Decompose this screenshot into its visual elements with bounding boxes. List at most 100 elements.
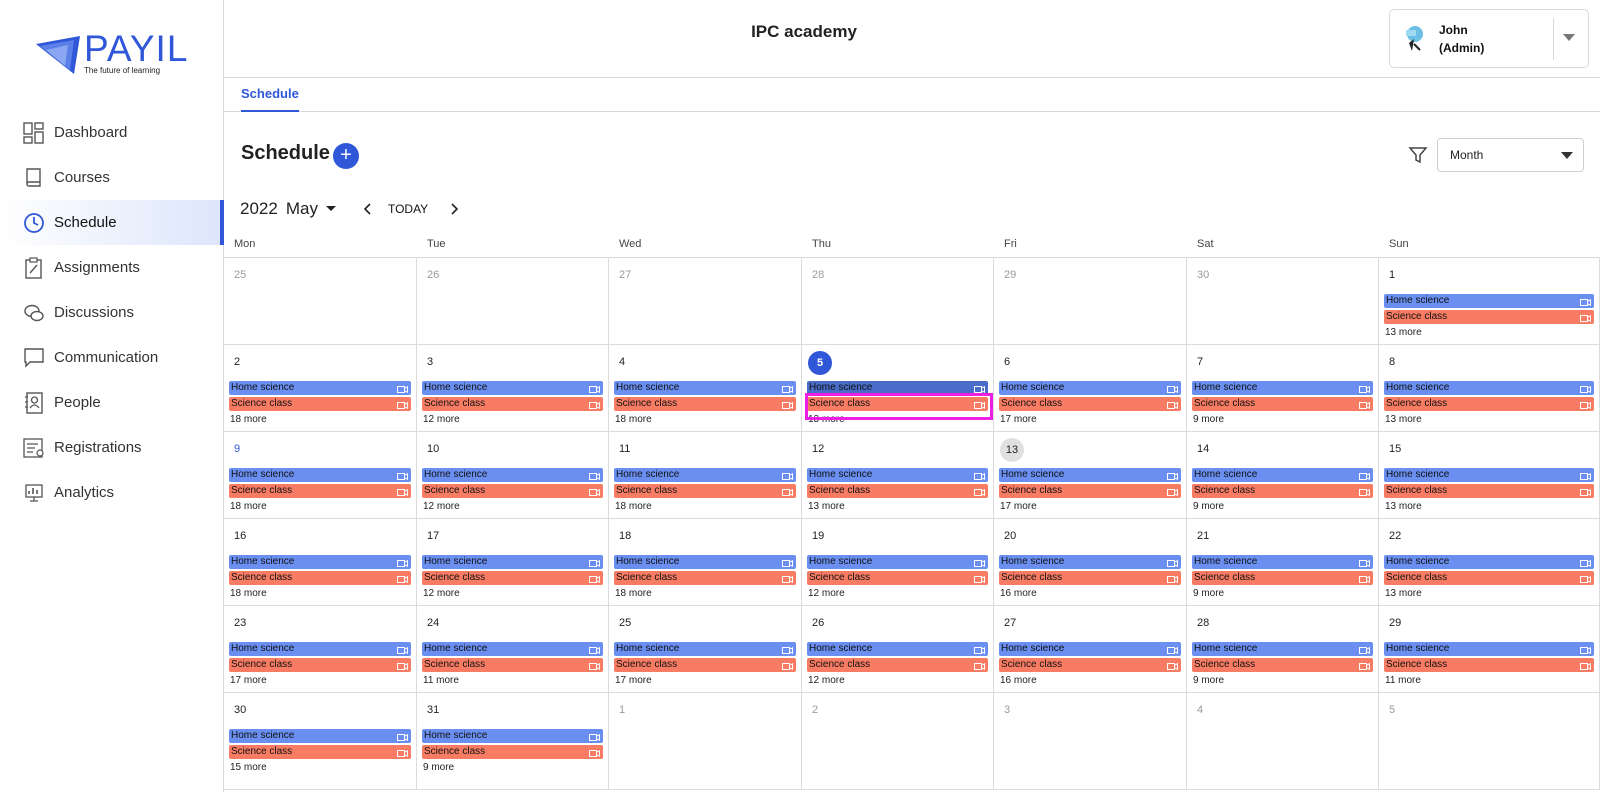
next-month-icon[interactable] [444,202,464,216]
day-number[interactable]: 8 [1389,355,1413,379]
view-select[interactable]: Month [1437,138,1584,172]
day-number[interactable]: 3 [1004,703,1028,727]
event-science-class[interactable]: Science class [614,658,796,672]
event-science-class[interactable]: Science class [1384,397,1594,411]
day-number[interactable]: 2 [812,703,836,727]
event-home-science[interactable]: Home science [614,642,796,656]
more-events-link[interactable]: 13 more [1385,588,1422,599]
event-home-science[interactable]: Home science [229,729,411,743]
calendar-day-cell[interactable]: 26 [417,258,609,345]
day-number[interactable]: 31 [427,703,451,727]
today-button[interactable]: TODAY [388,202,428,216]
more-events-link[interactable]: 12 more [423,414,460,425]
day-number[interactable]: 5 [1389,703,1413,727]
more-events-link[interactable]: 16 more [1000,588,1037,599]
event-home-science[interactable]: Home science [807,468,988,482]
calendar-day-cell[interactable]: 6 Home science Science class 17 more [994,345,1187,432]
more-events-link[interactable]: 18 more [615,588,652,599]
day-number[interactable]: 17 [427,529,451,553]
day-number[interactable]: 1 [1389,268,1413,292]
more-events-link[interactable]: 12 more [423,501,460,512]
calendar-day-cell[interactable]: 1 Home science Science class 13 more [1379,258,1600,345]
event-home-science[interactable]: Home science [422,729,603,743]
event-home-science[interactable]: Home science [422,381,603,395]
event-home-science[interactable]: Home science [807,381,988,395]
event-home-science[interactable]: Home science [229,381,411,395]
event-science-class[interactable]: Science class [807,397,988,411]
sidebar-item-schedule[interactable]: Schedule [0,200,224,245]
event-science-class[interactable]: Science class [422,745,603,759]
calendar-day-cell[interactable]: 16 Home science Science class 18 more [224,519,417,606]
day-number[interactable]: 24 [427,616,451,640]
more-events-link[interactable]: 12 more [808,675,845,686]
calendar-day-cell[interactable]: 4 Home science Science class 18 more [609,345,802,432]
day-number[interactable]: 26 [427,268,451,292]
calendar-day-cell[interactable]: 31 Home science Science class 9 more [417,693,609,790]
more-events-link[interactable]: 16 more [1000,675,1037,686]
event-home-science[interactable]: Home science [999,468,1181,482]
chevron-down-icon[interactable] [325,206,336,212]
event-science-class[interactable]: Science class [1384,310,1594,324]
event-science-class[interactable]: Science class [1192,571,1373,585]
event-science-class[interactable]: Science class [1384,484,1594,498]
event-home-science[interactable]: Home science [1384,642,1594,656]
calendar-day-cell[interactable]: 21 Home science Science class 9 more [1187,519,1379,606]
day-number[interactable]: 19 [812,529,836,553]
event-science-class[interactable]: Science class [999,658,1181,672]
calendar-day-cell[interactable]: 30 [1187,258,1379,345]
add-schedule-button[interactable]: + [333,143,359,169]
event-science-class[interactable]: Science class [422,397,603,411]
chevron-down-icon[interactable] [1563,34,1575,42]
payil-logo[interactable]: PAYIL The future of learning [34,28,194,80]
day-number[interactable]: 12 [812,442,836,466]
day-number[interactable]: 27 [619,268,643,292]
more-events-link[interactable]: 17 more [1000,501,1037,512]
event-science-class[interactable]: Science class [1384,658,1594,672]
event-home-science[interactable]: Home science [422,642,603,656]
sidebar-item-communication[interactable]: Communication [0,335,224,380]
user-menu[interactable]: John (Admin) [1389,9,1589,68]
calendar-day-cell[interactable]: 18 Home science Science class 18 more [609,519,802,606]
event-home-science[interactable]: Home science [229,555,411,569]
calendar-day-cell[interactable]: 23 Home science Science class 17 more [224,606,417,693]
calendar-day-cell[interactable]: 28 Home science Science class 9 more [1187,606,1379,693]
calendar-day-cell[interactable]: 10 Home science Science class 12 more [417,432,609,519]
event-home-science[interactable]: Home science [999,381,1181,395]
calendar-day-cell[interactable]: 25 Home science Science class 17 more [609,606,802,693]
event-science-class[interactable]: Science class [229,658,411,672]
day-number[interactable]: 25 [619,616,643,640]
more-events-link[interactable]: 9 more [1193,414,1224,425]
day-number[interactable]: 28 [812,268,836,292]
sidebar-item-dashboard[interactable]: Dashboard [0,110,224,155]
more-events-link[interactable]: 13 more [1385,327,1422,338]
sidebar-item-courses[interactable]: Courses [0,155,224,200]
more-events-link[interactable]: 13 more [1385,414,1422,425]
more-events-link[interactable]: 11 more [1385,675,1421,686]
calendar-day-cell[interactable]: 29 Home science Science class 11 more [1379,606,1600,693]
calendar-day-cell[interactable]: 22 Home science Science class 13 more [1379,519,1600,606]
event-home-science[interactable]: Home science [1192,468,1373,482]
event-science-class[interactable]: Science class [229,571,411,585]
more-events-link[interactable]: 12 more [808,588,845,599]
more-events-link[interactable]: 13 more [808,414,845,425]
more-events-link[interactable]: 18 more [230,414,267,425]
day-number[interactable]: 9 [234,442,258,466]
calendar-day-cell[interactable]: 4 [1187,693,1379,790]
calendar-day-cell[interactable]: 20 Home science Science class 16 more [994,519,1187,606]
event-science-class[interactable]: Science class [999,571,1181,585]
event-home-science[interactable]: Home science [1192,381,1373,395]
event-home-science[interactable]: Home science [999,642,1181,656]
event-home-science[interactable]: Home science [229,468,411,482]
more-events-link[interactable]: 9 more [1193,675,1224,686]
calendar-day-cell[interactable]: 14 Home science Science class 9 more [1187,432,1379,519]
sidebar-item-registrations[interactable]: Registrations [0,425,224,470]
calendar-day-cell[interactable]: 17 Home science Science class 12 more [417,519,609,606]
calendar-day-cell[interactable]: 3 Home science Science class 12 more [417,345,609,432]
event-science-class[interactable]: Science class [614,484,796,498]
day-number[interactable]: 4 [619,355,643,379]
more-events-link[interactable]: 18 more [230,501,267,512]
event-science-class[interactable]: Science class [229,397,411,411]
more-events-link[interactable]: 18 more [615,501,652,512]
calendar-day-cell[interactable]: 7 Home science Science class 9 more [1187,345,1379,432]
day-number[interactable]: 15 [1389,442,1413,466]
